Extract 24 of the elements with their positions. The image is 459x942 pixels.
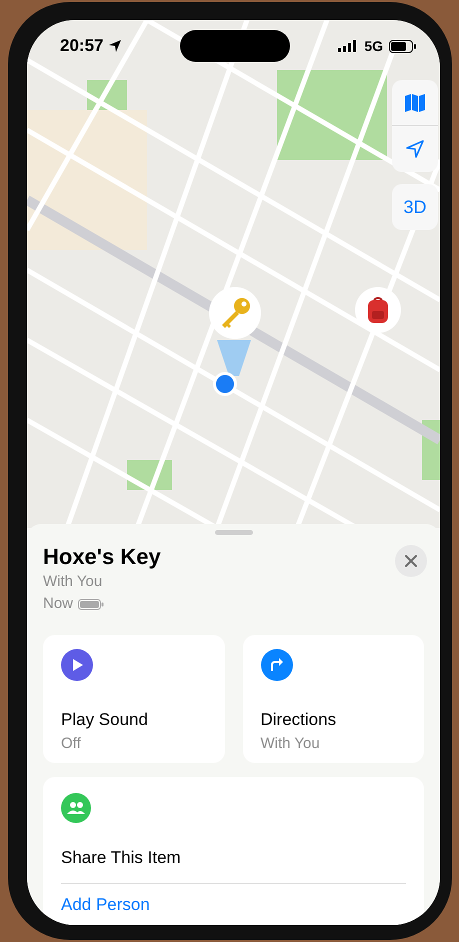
action-title: Directions [260, 709, 338, 731]
item-status: With You [43, 572, 104, 592]
action-subtitle: With You [260, 734, 321, 754]
action-card[interactable]: Directions With You [242, 635, 424, 763]
share-item-label: Share This Item [61, 847, 182, 869]
action-card[interactable]: Play Sound Off [43, 635, 224, 763]
clock: 20:57 [60, 35, 104, 58]
close-icon [405, 555, 417, 567]
close-button[interactable] [395, 545, 427, 577]
battery-icon [389, 40, 416, 52]
3d-view-button[interactable]: 3D [392, 184, 438, 230]
signal-icon [338, 40, 358, 52]
map-icon [405, 94, 425, 112]
location-arrow-icon [108, 39, 122, 53]
action-title: Play Sound [61, 709, 149, 731]
network-type: 5G [364, 36, 383, 56]
location-arrow-icon [405, 139, 425, 159]
location-beam-icon [215, 340, 253, 378]
item-title: Hoxe's Key [43, 543, 162, 571]
battery-icon [78, 598, 104, 610]
add-person-link[interactable]: Add Person [61, 892, 150, 917]
backpack-icon [365, 296, 391, 324]
last-seen-time: Now [43, 594, 74, 614]
action-subtitle: Off [61, 734, 82, 754]
